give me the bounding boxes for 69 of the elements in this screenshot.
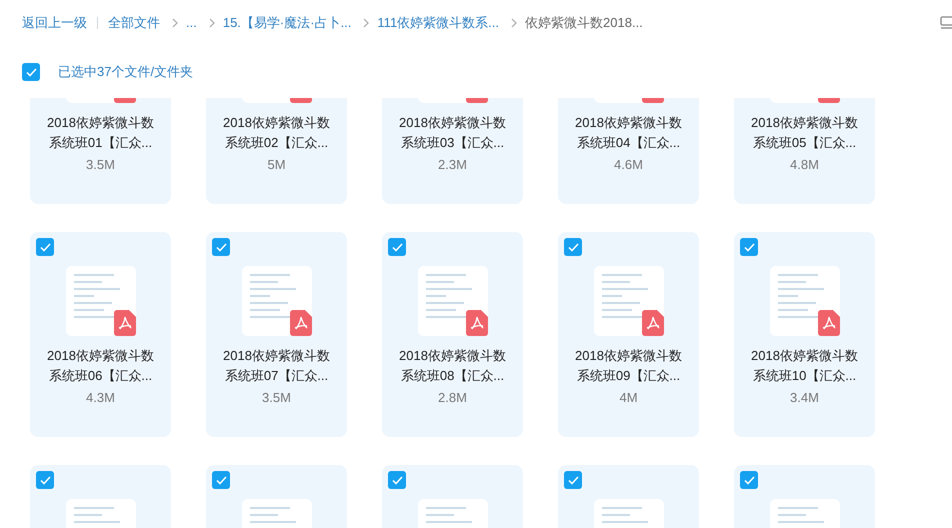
checkbox[interactable] <box>36 238 54 256</box>
check-icon <box>744 242 754 252</box>
check-icon <box>216 242 226 252</box>
file-name: 2018依婷紫微斗数 系统班07【汇众... <box>223 347 330 385</box>
file-card[interactable]: 2018依婷紫微斗数 系统班04【汇众... 4.6M <box>558 98 699 204</box>
chevron-right-icon <box>208 18 215 28</box>
file-name: 2018依婷紫微斗数 系统班04【汇众... <box>575 114 682 152</box>
breadcrumb-link[interactable]: 15.【易学·魔法·占卜... <box>222 13 352 33</box>
file-name: 2018依婷紫微斗数 系统班10【汇众... <box>751 347 858 385</box>
back-link[interactable]: 返回上一级 <box>22 13 87 33</box>
breadcrumb-link[interactable]: ... <box>186 13 197 33</box>
file-size: 5M <box>267 156 286 174</box>
check-icon <box>744 476 754 484</box>
file-size: 3.5M <box>262 389 291 407</box>
file-card[interactable]: 2018依婷紫微斗数 系统班05【汇众... 4.8M <box>734 98 875 204</box>
pdf-icon <box>114 310 136 336</box>
file-name: 2018依婷紫微斗数 系统班01【汇众... <box>47 114 154 152</box>
checkbox[interactable] <box>212 238 230 256</box>
checkbox[interactable] <box>388 238 406 256</box>
checkbox[interactable] <box>740 238 758 256</box>
checkbox[interactable] <box>212 471 230 489</box>
checkbox[interactable] <box>388 471 406 489</box>
checkbox[interactable] <box>36 471 54 489</box>
check-icon <box>216 476 226 484</box>
chevron-right-icon <box>172 18 178 28</box>
check-icon <box>568 476 578 484</box>
file-size: 2.3M <box>438 156 467 174</box>
file-card[interactable]: 2018依婷紫微斗数 系统班10【汇众... 3.4M <box>734 232 875 437</box>
file-name: 2018依婷紫微斗数 系统班03【汇众... <box>399 114 506 152</box>
pdf-icon <box>466 310 488 336</box>
file-card[interactable]: 2018依婷紫微斗数 系统班07【汇众... 3.5M <box>206 232 347 437</box>
check-icon <box>392 242 402 252</box>
chevron-right-icon <box>363 18 370 28</box>
file-name: 2018依婷紫微斗数 系统班05【汇众... <box>751 114 858 152</box>
file-card[interactable]: 2018依婷紫微斗数 系统班02【汇众... 5M <box>206 98 347 204</box>
file-size: 3.4M <box>790 389 819 407</box>
file-name: 2018依婷紫微斗数 系统班08【汇众... <box>399 347 506 385</box>
checkbox[interactable] <box>22 63 40 81</box>
file-size: 4.6M <box>614 156 643 174</box>
file-size: 2.8M <box>438 389 467 407</box>
pdf-icon <box>290 310 312 336</box>
file-name: 2018依婷紫微斗数 系统班06【汇众... <box>47 347 154 385</box>
selection-count: 已选中37个文件/文件夹 <box>58 63 194 82</box>
file-name: 2018依婷紫微斗数 系统班02【汇众... <box>223 114 330 152</box>
checkbox[interactable] <box>564 238 582 256</box>
file-card[interactable]: 2018依婷紫微斗数 系统班08【汇众... 2.8M <box>382 232 523 437</box>
pdf-icon <box>818 310 840 336</box>
file-card[interactable]: 2018依婷紫微斗数 系统班03【汇众... 2.3M <box>382 98 523 204</box>
breadcrumb-link[interactable]: 依婷紫微斗数2018... <box>525 13 643 33</box>
pdf-icon <box>642 310 664 336</box>
chevron-right-icon <box>511 18 518 28</box>
file-card[interactable]: 2018依婷紫微斗数 系统班09【汇众... 4M <box>558 232 699 437</box>
list-view-icon[interactable] <box>940 16 952 30</box>
file-card[interactable]: 2018依婷紫微斗数 系统班01【汇众... 3.5M <box>30 98 171 204</box>
check-icon <box>26 68 36 76</box>
file-card[interactable]: 2018依婷紫微斗数 系统班06【汇众... 4.3M <box>30 232 171 437</box>
breadcrumb-link[interactable]: 111依婷紫微斗数系... <box>377 13 500 33</box>
check-icon <box>568 242 578 252</box>
file-name: 2018依婷紫微斗数 系统班09【汇众... <box>575 347 682 385</box>
file-size: 4.3M <box>86 389 115 407</box>
checkbox[interactable] <box>740 471 758 489</box>
file-size: 4M <box>619 389 638 407</box>
check-icon <box>392 476 402 484</box>
check-icon <box>40 476 50 484</box>
checkbox[interactable] <box>564 471 582 489</box>
check-icon <box>40 242 50 252</box>
file-size: 3.5M <box>86 156 115 174</box>
breadcrumb-link[interactable]: 全部文件 <box>108 13 160 33</box>
file-size: 4.8M <box>790 156 819 174</box>
